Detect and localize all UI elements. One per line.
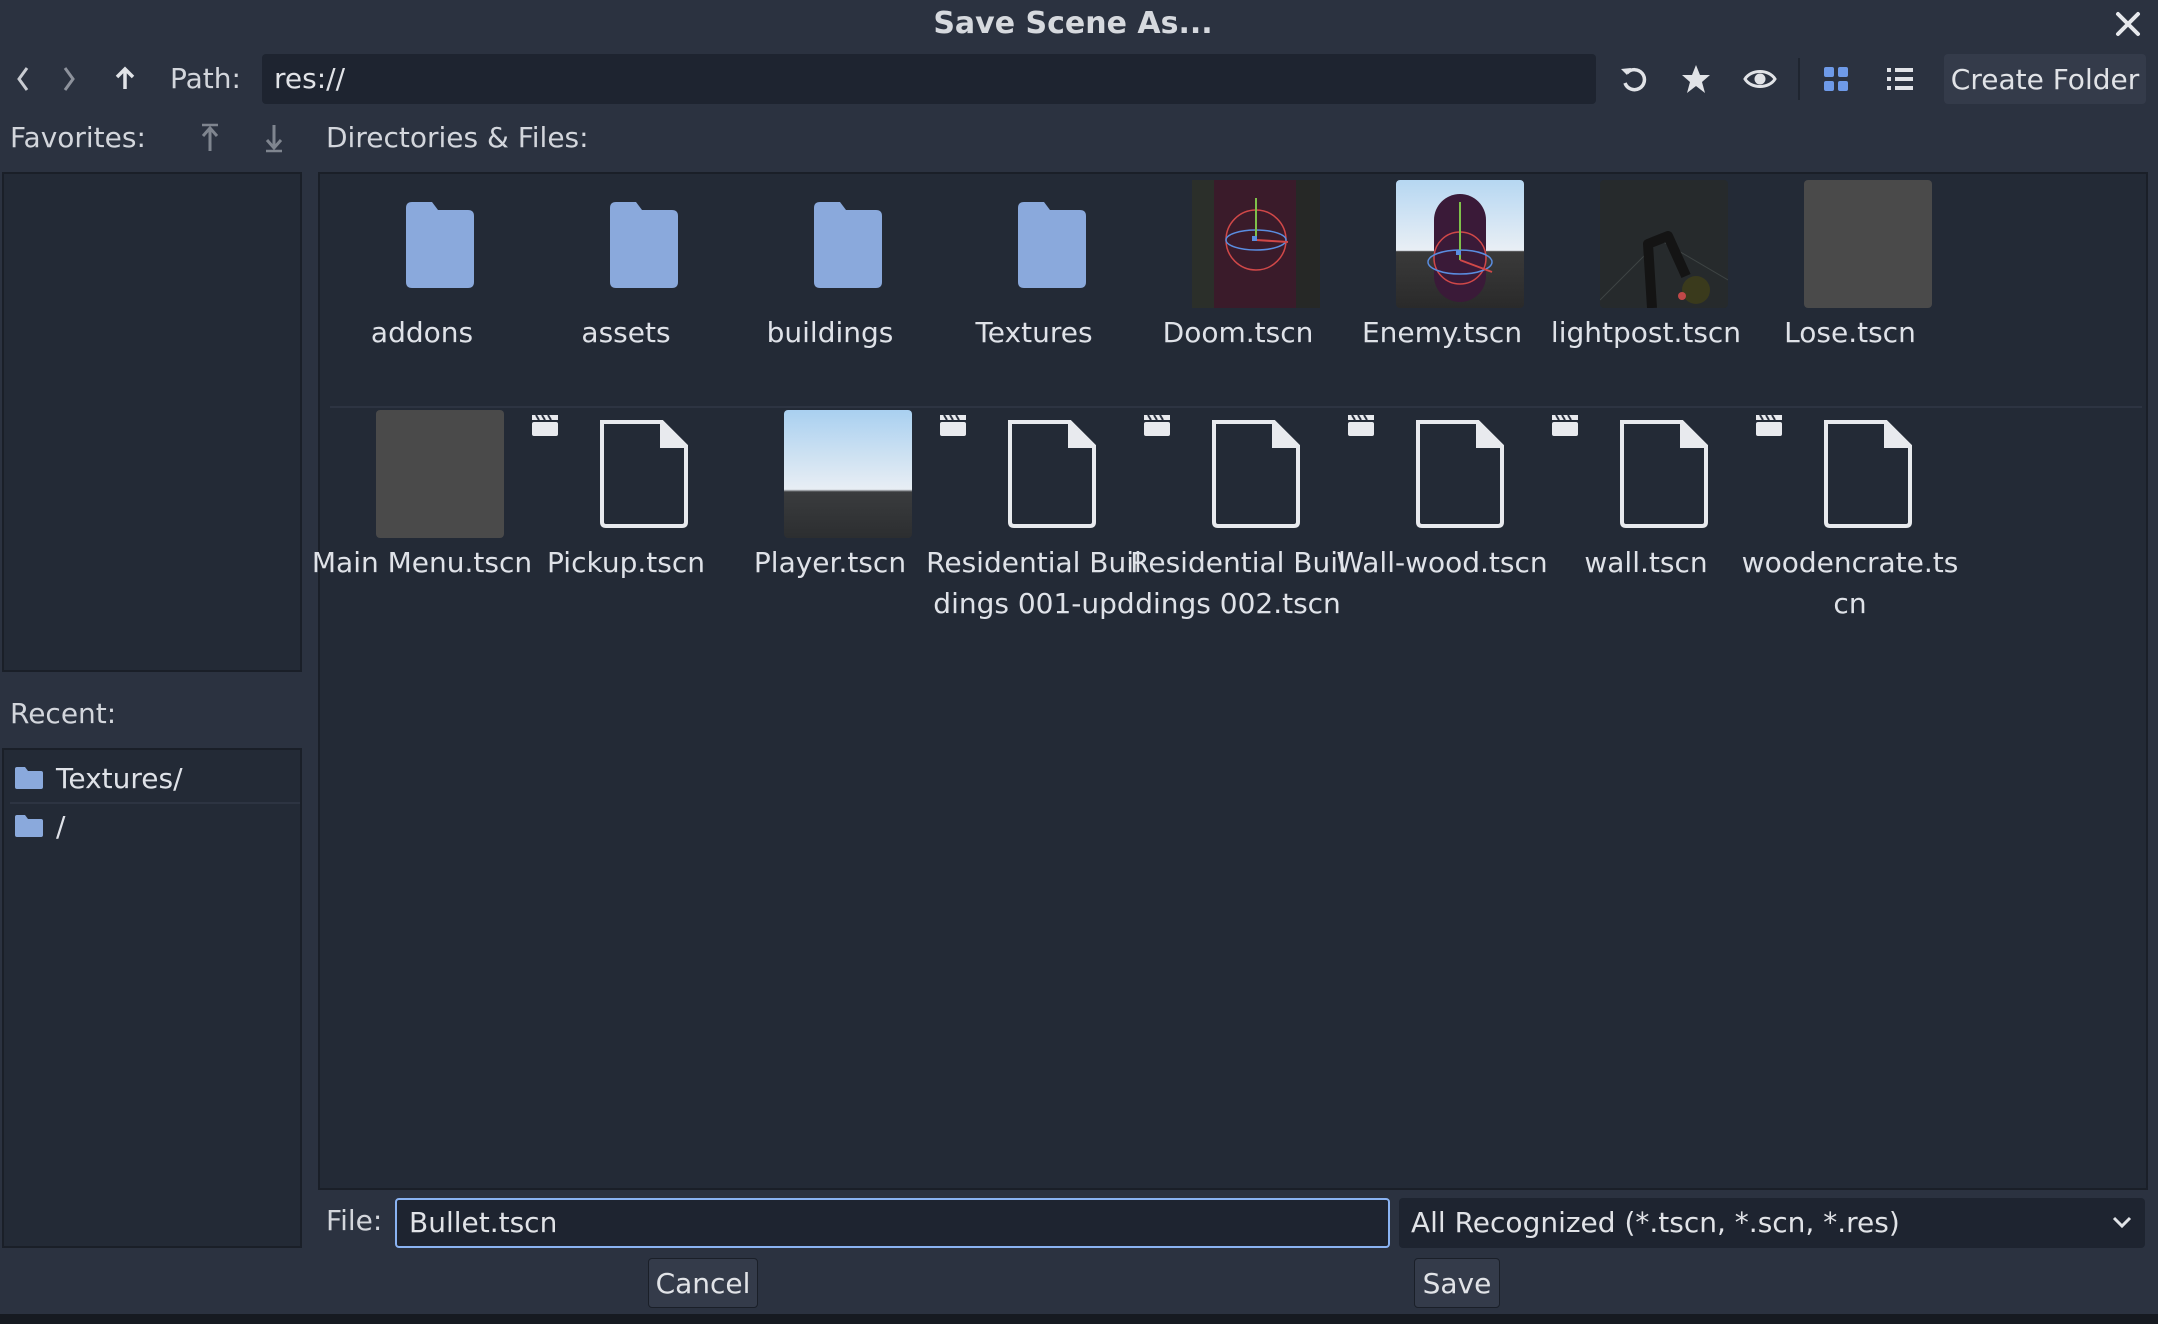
- close-icon: [2116, 12, 2140, 36]
- recent-item-label: Textures/: [56, 761, 183, 795]
- recent-list[interactable]: Textures/ /: [2, 748, 302, 1248]
- recent-divider: [10, 802, 300, 804]
- favorite-move-down-button[interactable]: [260, 118, 288, 158]
- file-label: File:: [326, 1204, 383, 1237]
- clapperboard-icon: [1144, 414, 1170, 436]
- recent-item-label: /: [56, 809, 66, 843]
- file-name: Lose.tscn: [1784, 316, 1916, 349]
- path-label: Path:: [170, 62, 241, 95]
- recent-item-root[interactable]: /: [14, 806, 65, 846]
- grid-view-icon: [1824, 67, 1848, 91]
- file-icon: [600, 420, 688, 528]
- move-down-icon: [265, 125, 283, 153]
- folder-icon: [15, 767, 43, 789]
- file-name: wall.tscn: [1584, 546, 1708, 579]
- file-name: assets: [581, 316, 671, 349]
- directories-files-label: Directories & Files:: [326, 121, 589, 154]
- file-name: Residential Buildings 002.tscn: [1130, 546, 1346, 620]
- file-name: Textures: [975, 316, 1093, 349]
- file-icon: [1824, 420, 1912, 528]
- close-button[interactable]: [2108, 4, 2148, 44]
- file-name: Wall-wood.tscn: [1336, 546, 1548, 579]
- file-name: Residential Buildings 001-upd: [926, 546, 1142, 620]
- file-icon: [1620, 420, 1708, 528]
- clapperboard-icon: [1552, 414, 1578, 436]
- forward-button[interactable]: [52, 58, 86, 100]
- file-name: Player.tscn: [753, 546, 907, 579]
- file-icon: [1008, 420, 1096, 528]
- refresh-button[interactable]: [1612, 56, 1656, 102]
- list-view-button[interactable]: [1878, 56, 1922, 102]
- file-name: buildings: [766, 316, 894, 349]
- clapperboard-icon: [940, 414, 966, 436]
- chevron-right-icon: [63, 67, 75, 91]
- folder-icon: [406, 202, 474, 288]
- file-filter-value: All Recognized (*.tscn, *.scn, *.res): [1411, 1206, 1900, 1239]
- folder-icon: [15, 815, 43, 837]
- scene-preview-thumbnail: [376, 410, 504, 538]
- move-up-icon: [201, 123, 219, 151]
- cancel-button[interactable]: Cancel: [648, 1258, 758, 1308]
- create-folder-button[interactable]: Create Folder: [1944, 54, 2146, 104]
- chevron-down-icon: [2112, 1216, 2132, 1229]
- chevron-left-icon: [17, 67, 29, 91]
- back-button[interactable]: [6, 58, 40, 100]
- clapperboard-icon: [1756, 414, 1782, 436]
- scene-preview-thumbnail: [1804, 180, 1932, 308]
- list-view-icon: [1887, 68, 1913, 90]
- favorites-list[interactable]: [2, 172, 302, 672]
- save-scene-dialog: Save Scene As... Path: res:// Create Fol…: [0, 0, 2158, 1314]
- clapperboard-icon: [1348, 414, 1374, 436]
- scene-preview-thumbnail: [784, 410, 912, 538]
- toolbar-divider: [1798, 58, 1800, 100]
- file-name: Pickup.tscn: [547, 546, 705, 579]
- file-name: Doom.tscn: [1162, 316, 1314, 349]
- scene-preview-thumbnail: [1396, 180, 1524, 308]
- grid-row-divider: [330, 406, 2142, 408]
- file-name: addons: [370, 316, 474, 349]
- recent-label: Recent:: [10, 697, 117, 730]
- arrow-up-icon: [115, 66, 135, 89]
- file-icon: [1212, 420, 1300, 528]
- path-input[interactable]: res://: [262, 54, 1596, 104]
- star-icon: [1682, 65, 1710, 93]
- file-name: lightpost.tscn: [1550, 316, 1742, 349]
- file-filter-select[interactable]: All Recognized (*.tscn, *.scn, *.res): [1399, 1198, 2145, 1248]
- favorite-move-up-button[interactable]: [196, 118, 224, 158]
- refresh-icon: [1621, 67, 1647, 92]
- eye-icon: [1743, 70, 1777, 88]
- folder-icon: [610, 202, 678, 288]
- file-name-input[interactable]: Bullet.tscn: [395, 1198, 1390, 1248]
- save-button[interactable]: Save: [1414, 1258, 1500, 1308]
- dialog-title: Save Scene As...: [933, 6, 1213, 41]
- file-icon: [1416, 420, 1504, 528]
- parent-folder-button[interactable]: [106, 58, 144, 100]
- folder-icon: [1018, 202, 1086, 288]
- grid-view-button[interactable]: [1814, 56, 1858, 102]
- favorites-label: Favorites:: [10, 121, 146, 154]
- file-name: Main Menu.tscn: [311, 546, 533, 579]
- background-strip: [0, 1314, 2158, 1324]
- scene-preview-thumbnail: [1192, 180, 1320, 308]
- recent-item-textures[interactable]: Textures/: [14, 758, 183, 798]
- folder-icon: [814, 202, 882, 288]
- toggle-hidden-button[interactable]: [1738, 56, 1782, 102]
- scene-preview-thumbnail: [1600, 180, 1728, 308]
- favorite-button[interactable]: [1674, 56, 1718, 102]
- file-name: Enemy.tscn: [1361, 316, 1523, 349]
- file-name: woodencrate.tscn: [1741, 546, 1959, 620]
- clapperboard-icon: [532, 414, 558, 436]
